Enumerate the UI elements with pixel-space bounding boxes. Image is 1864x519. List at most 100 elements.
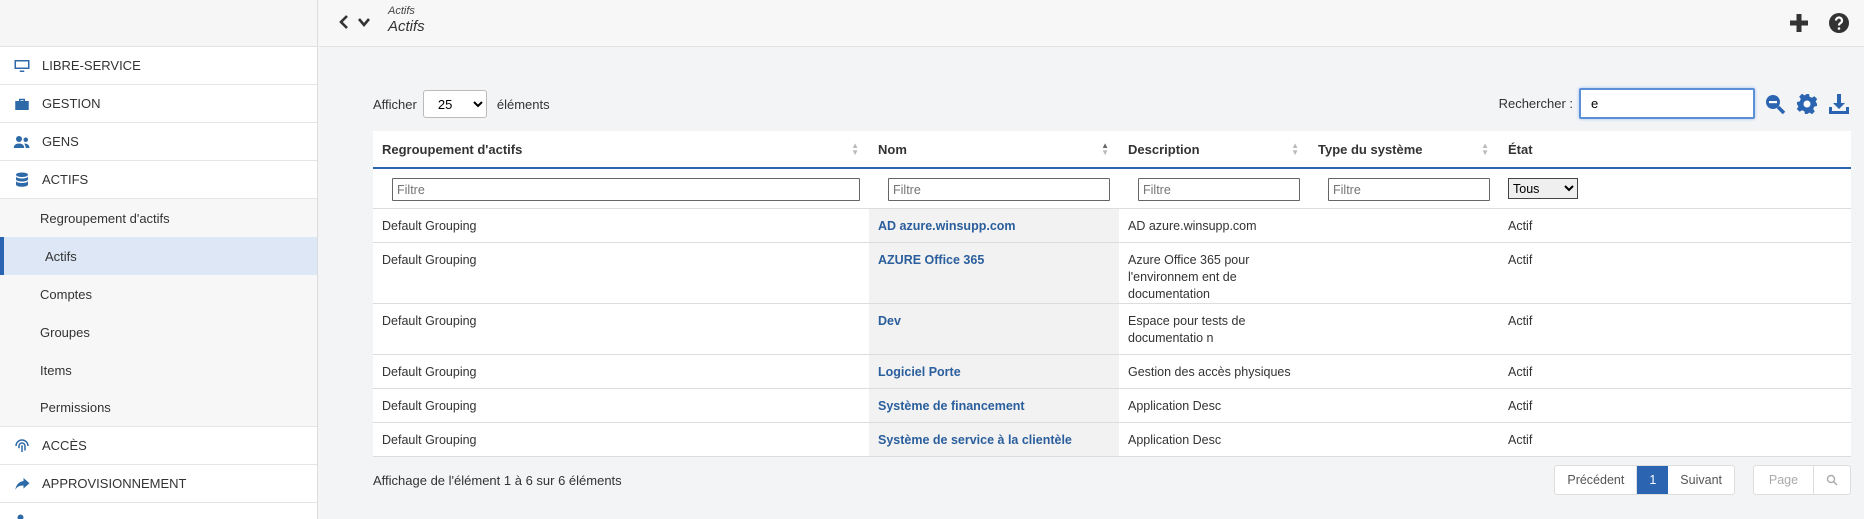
sort-icon: ▲ ▼ <box>1481 141 1489 157</box>
cell-name-link[interactable]: Dev <box>869 303 1119 355</box>
filter-cell <box>869 168 1119 209</box>
cell-group: Default Grouping <box>373 354 869 389</box>
page-input[interactable]: Page <box>1754 465 1814 494</box>
sidebar-top <box>0 0 317 47</box>
pagination-info: Affichage de l'élément 1 à 6 sur 6 éléme… <box>373 472 622 488</box>
filter-description-input[interactable] <box>1138 178 1300 201</box>
table-row[interactable]: Default Grouping Dev Espace pour tests d… <box>373 303 1851 355</box>
chevron-down-icon[interactable] <box>357 14 371 30</box>
show-label: Afficher <box>373 96 417 112</box>
sort-icon: ▲ ▼ <box>1291 141 1299 157</box>
assets-table: Regroupement d'actifs ▲ ▼ Nom ▲ ▼ Descriptio… <box>373 131 1851 457</box>
search-icon[interactable] <box>1814 466 1850 494</box>
filter-cell <box>373 168 869 209</box>
header-nav <box>337 14 371 30</box>
filter-system-type-input[interactable] <box>1328 178 1490 201</box>
sidebar-item-approvisionnement[interactable]: APPROVISIONNEMENT <box>0 465 317 503</box>
toolbox-icon <box>12 95 32 113</box>
cell-system-type <box>1309 242 1499 304</box>
sidebar: LIBRE-SERVICE GESTION GENS ACTIFS Regrou… <box>0 0 318 519</box>
cell-system-type <box>1309 208 1499 243</box>
header-actions <box>1788 12 1850 34</box>
search-input[interactable] <box>1579 88 1755 119</box>
sidebar-subitem-groupes[interactable]: Groupes <box>0 313 317 351</box>
main-content: Afficher 25 éléments Rechercher : Regrou… <box>373 88 1851 507</box>
sidebar-subitem-regroupement[interactable]: Regroupement d'actifs <box>0 199 317 237</box>
cell-system-type <box>1309 388 1499 423</box>
previous-button[interactable]: Précédent <box>1555 465 1638 494</box>
elements-label: éléments <box>496 96 550 112</box>
cell-state: Actif <box>1499 242 1851 304</box>
column-header-state[interactable]: État <box>1499 131 1851 169</box>
cell-name-link[interactable]: Système de service à la clientèle <box>869 422 1119 457</box>
page-title: Actifs <box>388 18 425 35</box>
back-arrow-icon[interactable] <box>337 14 351 30</box>
sidebar-item-label: GENS <box>42 134 79 149</box>
sidebar-item-label: ACCÈS <box>42 438 87 453</box>
monitor-icon <box>12 57 32 75</box>
cell-name-link[interactable]: Système de financement <box>869 388 1119 423</box>
table-footer: Affichage de l'élément 1 à 6 sur 6 éléme… <box>373 457 1851 507</box>
sidebar-subitem-items[interactable]: Items <box>0 351 317 389</box>
column-header-group[interactable]: Regroupement d'actifs ▲ ▼ <box>373 131 869 169</box>
fingerprint-icon <box>12 437 32 455</box>
cell-group: Default Grouping <box>373 303 869 355</box>
cell-state: Actif <box>1499 422 1851 457</box>
sidebar-subitem-actifs[interactable]: Actifs <box>0 237 317 275</box>
help-icon[interactable] <box>1828 12 1850 34</box>
column-header-system-type[interactable]: Type du système ▲ ▼ <box>1309 131 1499 169</box>
table-row[interactable]: Default Grouping Logiciel Porte Gestion … <box>373 354 1851 389</box>
sidebar-subitem-comptes[interactable]: Comptes <box>0 275 317 313</box>
plus-icon[interactable] <box>1788 12 1810 34</box>
page-size-control: Afficher 25 éléments <box>373 90 550 118</box>
cell-description: AD azure.winsupp.com <box>1119 208 1309 243</box>
page-jump: Page <box>1753 464 1851 495</box>
cell-system-type <box>1309 303 1499 355</box>
page-1-button[interactable]: 1 <box>1637 465 1669 494</box>
cell-system-type <box>1309 422 1499 457</box>
filter-group-input[interactable] <box>392 178 860 201</box>
sidebar-item-partial[interactable] <box>0 503 317 519</box>
cell-description: Application Desc <box>1119 388 1309 423</box>
sidebar-item-label: ACTIFS <box>42 172 89 187</box>
next-button[interactable]: Suivant <box>1668 466 1734 494</box>
cell-name-link[interactable]: AD azure.winsupp.com <box>869 208 1119 243</box>
search-label: Rechercher : <box>1498 96 1573 111</box>
filter-row: Tous <box>373 168 1851 209</box>
cell-name-link[interactable]: AZURE Office 365 <box>869 242 1119 304</box>
table-row[interactable]: Default Grouping AZURE Office 365 Azure … <box>373 242 1851 304</box>
cell-description: Espace pour tests de documentatio n <box>1119 303 1309 355</box>
sidebar-item-label: APPROVISIONNEMENT <box>42 476 187 491</box>
sidebar-subitem-permissions[interactable]: Permissions <box>0 389 317 427</box>
sidebar-item-gens[interactable]: GENS <box>0 123 317 161</box>
cell-system-type <box>1309 354 1499 389</box>
download-icon[interactable] <box>1827 92 1851 116</box>
table-controls: Afficher 25 éléments Rechercher : <box>373 88 1851 122</box>
sidebar-item-libre-service[interactable]: LIBRE-SERVICE <box>0 47 317 85</box>
cell-state: Actif <box>1499 303 1851 355</box>
database-icon <box>12 171 32 189</box>
filter-state-select[interactable]: Tous <box>1508 178 1578 199</box>
cell-description: Azure Office 365 pour l'environnem ent d… <box>1119 242 1309 304</box>
column-header-name[interactable]: Nom ▲ ▼ <box>869 131 1119 169</box>
page-heading: Actifs Actifs <box>388 5 425 35</box>
page-size-select[interactable]: 25 <box>422 90 487 118</box>
gear-icon[interactable] <box>1795 92 1819 116</box>
cell-group: Default Grouping <box>373 422 869 457</box>
table-row[interactable]: Default Grouping Système de financement … <box>373 388 1851 423</box>
top-header: Actifs Actifs <box>319 0 1864 47</box>
table-row[interactable]: Default Grouping AD azure.winsupp.com AD… <box>373 208 1851 243</box>
sidebar-item-acces[interactable]: ACCÈS <box>0 427 317 465</box>
column-header-description[interactable]: Description ▲ ▼ <box>1119 131 1309 169</box>
sidebar-item-actifs[interactable]: ACTIFS <box>0 161 317 199</box>
filter-cell: Tous <box>1499 168 1851 209</box>
zoom-out-icon[interactable] <box>1763 92 1787 116</box>
sidebar-item-gestion[interactable]: GESTION <box>0 85 317 123</box>
search-control: Rechercher : <box>1499 88 1851 119</box>
breadcrumb[interactable]: Actifs <box>388 5 425 17</box>
pagination: Précédent 1 Suivant <box>1554 464 1735 495</box>
filter-name-input[interactable] <box>888 178 1110 201</box>
cell-name-link[interactable]: Logiciel Porte <box>869 354 1119 389</box>
table-row[interactable]: Default Grouping Système de service à la… <box>373 422 1851 457</box>
cell-description: Gestion des accès physiques <box>1119 354 1309 389</box>
